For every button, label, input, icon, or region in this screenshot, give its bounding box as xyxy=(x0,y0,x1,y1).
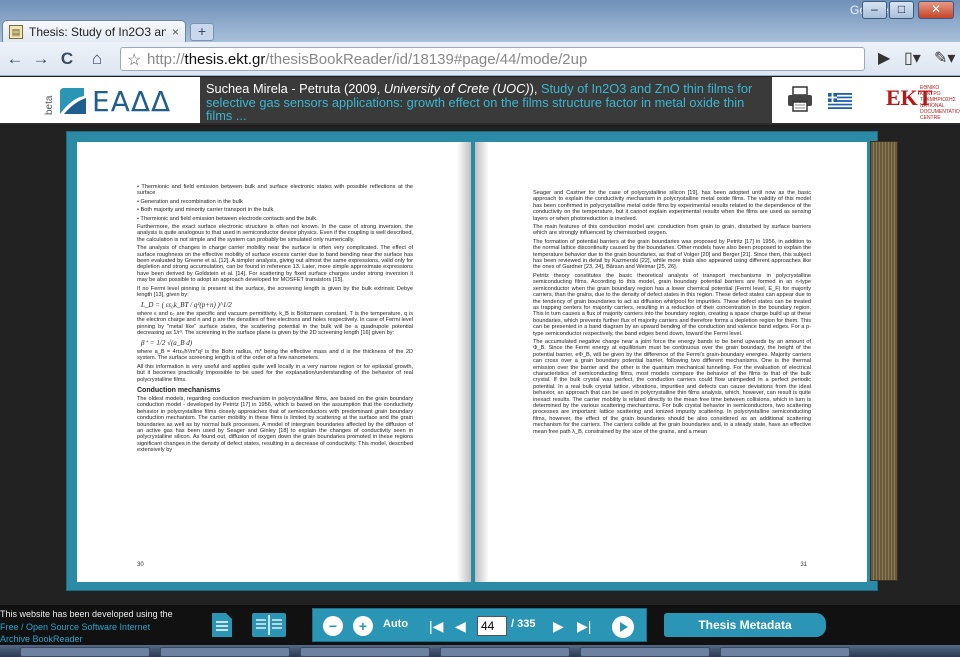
right-paragraph: The main features of this conduction mod… xyxy=(533,224,811,237)
previous-page-button[interactable]: ◀ xyxy=(455,617,466,635)
tab-title: Thesis: Study of In2O3 an... xyxy=(29,24,166,39)
autoplay-icon[interactable] xyxy=(612,616,634,638)
reload-icon[interactable]: C xyxy=(56,48,78,70)
tools-menu-icon[interactable]: ✎▾ xyxy=(934,48,955,68)
auto-zoom-button[interactable]: Auto xyxy=(383,618,408,630)
page-total: / 335 xyxy=(511,618,536,630)
left-paragraph: where a_B = 4πε₀ħ²/m*q² is the Bohr radi… xyxy=(137,348,413,362)
thesis-metadata-button[interactable]: Thesis Metadata xyxy=(664,613,826,637)
browser-tabstrip: ▤ Thesis: Study of In2O3 an... × + Googl… xyxy=(0,0,960,42)
site-header: beta ΕΑΔΔ Suchea Mirela - Petruta (2009,… xyxy=(0,77,960,125)
thesis-info-banner: Suchea Mirela - Petruta (2009, Universit… xyxy=(200,77,772,123)
right-paragraph: Seager and Castner for the case of polyc… xyxy=(533,190,811,222)
developer-credit: This website has been developed using th… xyxy=(0,608,200,646)
reader-navbar: This website has been developed using th… xyxy=(0,605,960,645)
credit-line: This website has been developed using th… xyxy=(0,609,173,619)
bookreader-link[interactable]: Archive BookReader xyxy=(0,633,200,646)
book-page-edges[interactable] xyxy=(870,141,898,581)
forward-arrow-icon[interactable]: → xyxy=(30,48,52,70)
greek-flag-icon[interactable] xyxy=(828,93,852,109)
browser-tab[interactable]: ▤ Thesis: Study of In2O3 an... × xyxy=(2,20,186,42)
left-paragraph: • Thermionic and field emission between … xyxy=(137,184,413,197)
url-path: /thesisBookReader/id/18139#page/44/mode/… xyxy=(265,50,588,68)
beta-label: beta xyxy=(44,95,55,115)
left-paragraph: • Both majority and minority carrier tra… xyxy=(137,207,274,214)
eadd-logo-text[interactable]: ΕΑΔΔ xyxy=(92,85,171,118)
right-page[interactable]: Seager and Castner for the case of polyc… xyxy=(475,142,867,582)
last-page-button[interactable]: ▶| xyxy=(577,617,591,635)
taskbar-item[interactable] xyxy=(20,647,150,657)
tab-close-icon[interactable]: × xyxy=(172,25,179,39)
go-icon[interactable]: ▶ xyxy=(878,48,890,68)
page-number-input[interactable] xyxy=(477,616,507,636)
one-page-view-icon[interactable] xyxy=(208,611,234,639)
page-navigation-panel: − + Auto |◀ ◀ / 335 ▶ ▶| xyxy=(312,608,647,642)
print-icon[interactable] xyxy=(786,85,814,113)
url-scheme: http:// xyxy=(147,50,185,68)
new-tab-button[interactable]: + xyxy=(190,23,214,41)
address-bar[interactable]: ☆ http://thesis.ekt.gr/thesisBookReader/… xyxy=(120,47,865,71)
right-paragraph: The formation of potential barriers at t… xyxy=(533,238,811,271)
screening-length-formula: β⁺ = 1/2 √(a_B d) xyxy=(141,338,193,347)
book-reader: • Thermionic and field emission between … xyxy=(0,127,960,605)
page-gutter-shadow xyxy=(457,142,471,582)
taskbar-item[interactable] xyxy=(300,647,430,657)
right-page-number: 31 xyxy=(800,561,807,568)
page-menu-icon[interactable]: ▯▾ xyxy=(904,48,921,68)
back-arrow-icon[interactable]: ← xyxy=(4,48,26,70)
foss-link[interactable]: Free / Open Source Software Internet xyxy=(0,621,200,634)
home-icon[interactable]: ⌂ xyxy=(86,48,108,70)
left-page-number: 30 xyxy=(137,561,144,568)
next-page-button[interactable]: ▶ xyxy=(553,617,564,635)
left-paragraph: • Thermionic and field emission between … xyxy=(137,215,318,222)
first-page-button[interactable]: |◀ xyxy=(429,617,443,635)
left-paragraph: where ε and ε₀ are the specific and vacu… xyxy=(137,310,414,337)
left-paragraph: The oldest models, regarding conduction … xyxy=(137,395,413,454)
two-page-view-icon[interactable] xyxy=(250,611,288,639)
browser-toolbar: ← → C ⌂ ☆ http://thesis.ekt.gr/thesisBoo… xyxy=(0,42,960,76)
left-paragraph: All this information is very useful and … xyxy=(137,363,413,383)
maximize-button[interactable]: □ xyxy=(889,1,914,19)
bookmark-star-icon[interactable]: ☆ xyxy=(127,50,141,70)
right-paragraph: The accumulated negative charge near a j… xyxy=(533,338,811,435)
right-paragraph: Petritz theory constitutes the basic the… xyxy=(533,272,811,337)
left-paragraph: The analysis of changes in charge carrie… xyxy=(137,245,413,284)
taskbar-item[interactable] xyxy=(440,647,570,657)
debye-length-formula: L_D = ( εε₀k_BT / q²(p+n) )^1/2 xyxy=(141,300,232,309)
left-page[interactable]: • Thermionic and field emission between … xyxy=(77,142,471,582)
book-two-page-spread: • Thermionic and field emission between … xyxy=(66,131,878,591)
section-heading: Conduction mechanisms xyxy=(137,386,221,394)
taskbar-item[interactable] xyxy=(720,647,850,657)
minimize-button[interactable]: – xyxy=(862,1,887,19)
ekt-logo[interactable]: EKT ΕΘΝΙΚΟ ΚΕΝΤΡΟ ΤΕΚΜΗΡΙΩΣΗΣ NATIONAL D… xyxy=(882,81,960,121)
ekt-logo-subtitle: ΕΘΝΙΚΟ ΚΕΝΤΡΟ ΤΕΚΜΗΡΙΩΣΗΣ NATIONAL DOCUM… xyxy=(920,85,960,121)
url-host: thesis.ekt.gr xyxy=(184,50,266,68)
os-taskbar xyxy=(0,645,960,657)
left-paragraph: Furthermore, the exact surface electroni… xyxy=(137,224,413,243)
taskbar-item[interactable] xyxy=(160,647,290,657)
eadd-logo-icon[interactable] xyxy=(58,86,88,116)
left-paragraph: • Generation and recombination in the bu… xyxy=(137,198,243,205)
zoom-out-button[interactable]: − xyxy=(323,616,343,636)
left-paragraph: If no Fermi level pinning is present at … xyxy=(137,285,413,299)
taskbar-item[interactable] xyxy=(580,647,710,657)
close-window-button[interactable]: ✕ xyxy=(918,1,954,19)
book-favicon-icon: ▤ xyxy=(9,24,23,39)
page-gutter-shadow xyxy=(475,142,489,582)
zoom-in-button[interactable]: + xyxy=(353,616,373,636)
